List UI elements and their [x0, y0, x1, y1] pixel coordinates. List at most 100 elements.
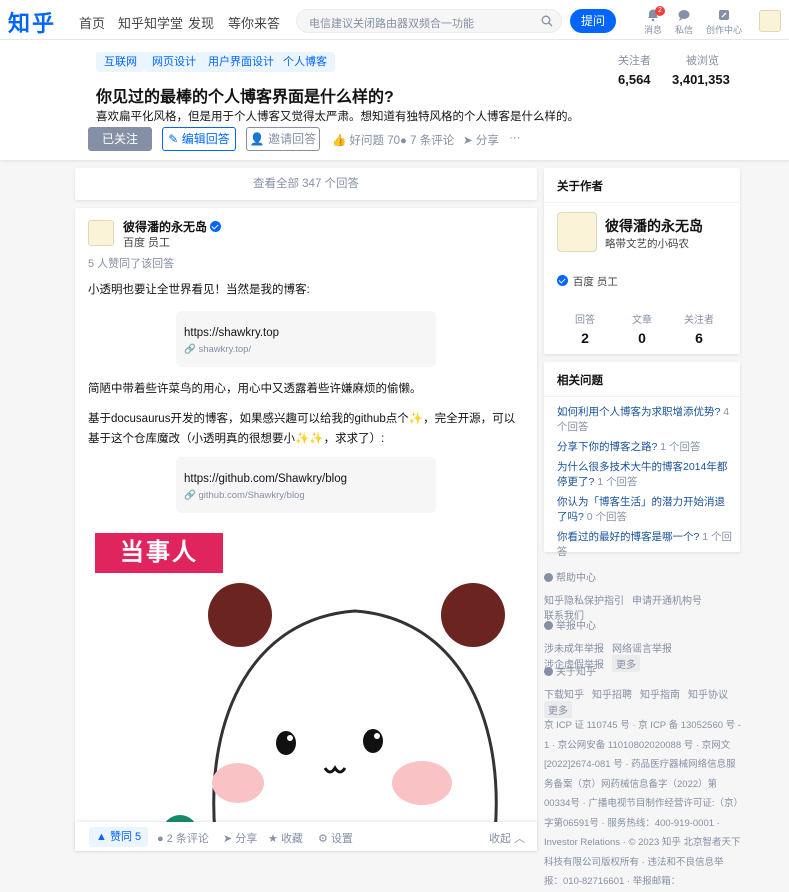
question-comments-button[interactable]: ● 7 条评论 — [400, 132, 454, 148]
question-share-label: 分享 — [475, 135, 499, 147]
chat-icon — [678, 10, 690, 21]
top-navbar: 知乎 首页 知乎知学堂 发现 等你来答 电信建议关闭路由器双频合一功能 提问 2… — [0, 0, 789, 40]
chevron-up-icon: ︿ — [514, 833, 526, 845]
author-stat-articles[interactable]: 文章 0 — [612, 311, 672, 346]
link-icon: 🔗 — [184, 490, 196, 501]
footer-link[interactable]: 申请开通机构号 — [632, 592, 702, 607]
search-icon[interactable] — [541, 15, 553, 27]
author-avatar[interactable] — [88, 220, 114, 246]
topic-tag[interactable]: 个人博客 — [275, 52, 335, 72]
help-center-heading: 帮助中心 — [544, 569, 744, 584]
ask-button[interactable]: 提问 — [570, 9, 616, 33]
author-stat-value: 2 — [581, 330, 589, 346]
question-header: 互联网 网页设计 用户界面设计 个人博客 你见过的最棒的个人博客界面是什么样的?… — [0, 40, 789, 160]
upvote-button[interactable]: ▲ 赞同 5 — [89, 827, 149, 847]
footer-link[interactable]: 涉未成年举报 — [544, 640, 604, 655]
verified-icon — [210, 221, 222, 232]
creator-center-button[interactable]: 创作中心 — [704, 8, 744, 36]
collect-button[interactable]: ★ 收藏 — [268, 830, 303, 846]
answer-paragraph: 简陋中带着些许菜鸟的用心，用心中又透露着些许嫌麻烦的偷懒。 — [88, 383, 422, 395]
creator-center-label: 创作中心 — [705, 25, 742, 35]
view-all-answers-button[interactable]: 查看全部 347 个回答 — [75, 168, 537, 200]
related-question-title[interactable]: 为什么很多技术大牛的博客2014年都停更了? — [557, 461, 727, 488]
related-question-count: 1 个回答 — [660, 441, 701, 453]
author-stat-followers[interactable]: 关注者 6 — [669, 311, 729, 346]
question-comments-label: 7 条评论 — [410, 135, 455, 147]
settings-button[interactable]: ⚙ 设置 — [318, 830, 353, 846]
related-question[interactable]: 你认为「博客生活」的潜力开始消退了吗? 0 个回答 — [557, 495, 733, 525]
answer-card: 彼得潘的永无岛 百度 员工 5 人赞同了该回答 小透明也要让全世界看见！当然是我… — [75, 208, 537, 851]
answer-author-name[interactable]: 彼得潘的永无岛 — [123, 220, 207, 234]
footer-link[interactable]: 下载知乎 — [544, 686, 584, 701]
footer-link[interactable]: 知乎指南 — [640, 686, 680, 701]
answer-author-title: 百度 员工 — [123, 237, 171, 249]
related-question-count: 1 个回答 — [597, 476, 638, 488]
about-heading: 关于知乎 — [544, 663, 744, 678]
footer-link[interactable]: 知乎招聘 — [592, 686, 632, 701]
help-icon — [544, 573, 553, 582]
question-title: 你见过的最棒的个人博客界面是什么样的? — [96, 89, 394, 106]
related-question[interactable]: 如何利用个人博客为求职增添优势? 4 个回答 — [557, 405, 733, 435]
topic-tag[interactable]: 网页设计 — [144, 52, 204, 72]
nav-discover[interactable]: 发现 — [188, 13, 214, 32]
notifications-label: 消息 — [643, 25, 662, 35]
link-card[interactable]: https://shawkry.top 🔗 shawkry.top/ — [176, 311, 436, 367]
good-question-button[interactable]: 👍 好问题 70 — [332, 132, 400, 148]
search-input[interactable]: 电信建议关闭路由器双频合一功能 — [296, 9, 562, 33]
edit-icon: ✎ — [168, 132, 179, 146]
author-stat-value: 0 — [638, 330, 646, 346]
comment-icon: ● — [400, 135, 407, 147]
link-card[interactable]: https://github.com/Shawkry/blog 🔗 github… — [176, 457, 436, 513]
user-avatar[interactable] — [759, 10, 781, 32]
answer-comments-button[interactable]: ● 2 条评论 — [157, 830, 209, 846]
footer-link[interactable]: 知乎隐私保护指引 — [544, 592, 624, 607]
related-question[interactable]: 你看过的最好的博客是哪一个? 1 个回答 — [557, 530, 733, 560]
zhihu-logo[interactable]: 知乎 — [8, 6, 56, 38]
topic-tag[interactable]: 互联网 — [96, 52, 145, 72]
answer-share-button[interactable]: ➤ 分享 — [223, 830, 257, 846]
topic-tag[interactable]: 用户界面设计 — [200, 52, 282, 72]
notifications-button[interactable]: 2 消息 — [638, 6, 668, 36]
author-card-heading: 关于作者 — [557, 181, 603, 193]
nav-waiting-answers[interactable]: 等你来答 — [228, 13, 280, 32]
report-center-heading: 举报中心 — [544, 617, 744, 632]
link-card-url-text: shawkry.top/ — [198, 344, 252, 355]
related-question-title[interactable]: 你看过的最好的博客是哪一个? — [557, 531, 699, 543]
sticker-image[interactable]: 当事人 — [95, 533, 535, 851]
invite-answer-button[interactable]: 👤 邀请回答 — [246, 127, 320, 151]
author-stat-label: 回答 — [575, 315, 595, 326]
link-card-url-text: github.com/Shawkry/blog — [198, 490, 305, 501]
link-card-url: 🔗 github.com/Shawkry/blog — [184, 490, 305, 501]
related-question-title[interactable]: 分享下你的博客之路? — [557, 441, 657, 453]
link-card-url: 🔗 shawkry.top/ — [184, 344, 251, 355]
collapse-button[interactable]: 收起 ︿ — [489, 830, 525, 846]
divider — [544, 202, 740, 203]
related-question-title[interactable]: 你认为「博客生活」的潜力开始消退了吗? — [557, 496, 725, 523]
related-question[interactable]: 分享下你的博客之路? 1 个回答 — [557, 440, 733, 455]
footer-link[interactable]: 知乎协议 — [688, 686, 728, 701]
edit-answer-button[interactable]: ✎ 编辑回答 — [162, 127, 236, 151]
nav-home[interactable]: 首页 — [79, 13, 105, 32]
question-share-button[interactable]: ➤ 分享 — [463, 132, 499, 148]
author-card-verify: 百度 员工 — [557, 274, 618, 289]
author-card-name[interactable]: 彼得潘的永无岛 — [605, 216, 703, 236]
upvote-icon: ▲ — [96, 831, 107, 843]
invite-answer-label: 邀请回答 — [268, 132, 317, 146]
more-icon[interactable]: ··· — [509, 132, 521, 144]
related-question[interactable]: 为什么很多技术大牛的博客2014年都停更了? 1 个回答 — [557, 460, 733, 490]
gear-icon: ⚙ — [318, 833, 328, 845]
author-stat-answers[interactable]: 回答 2 — [555, 311, 615, 346]
share-icon: ➤ — [223, 833, 233, 845]
good-question-label: 好问题 70 — [349, 135, 401, 147]
nav-zhixuetang[interactable]: 知乎知学堂 — [118, 13, 183, 32]
followed-button[interactable]: 已关注 — [88, 127, 152, 151]
answer-paragraph: 小透明也要让全世界看见！当然是我的博客: — [88, 284, 310, 296]
notification-badge: 2 — [655, 6, 665, 16]
answer-comments-label: 2 条评论 — [166, 833, 209, 845]
footer-link[interactable]: 网络谣言举报 — [612, 640, 672, 655]
messages-button[interactable]: 私信 — [669, 8, 699, 36]
related-question-title[interactable]: 如何利用个人博客为求职增添优势? — [557, 406, 720, 418]
author-card-avatar[interactable] — [557, 212, 597, 252]
creator-icon — [719, 10, 729, 20]
answer-author[interactable]: 彼得潘的永无岛 — [123, 218, 222, 235]
